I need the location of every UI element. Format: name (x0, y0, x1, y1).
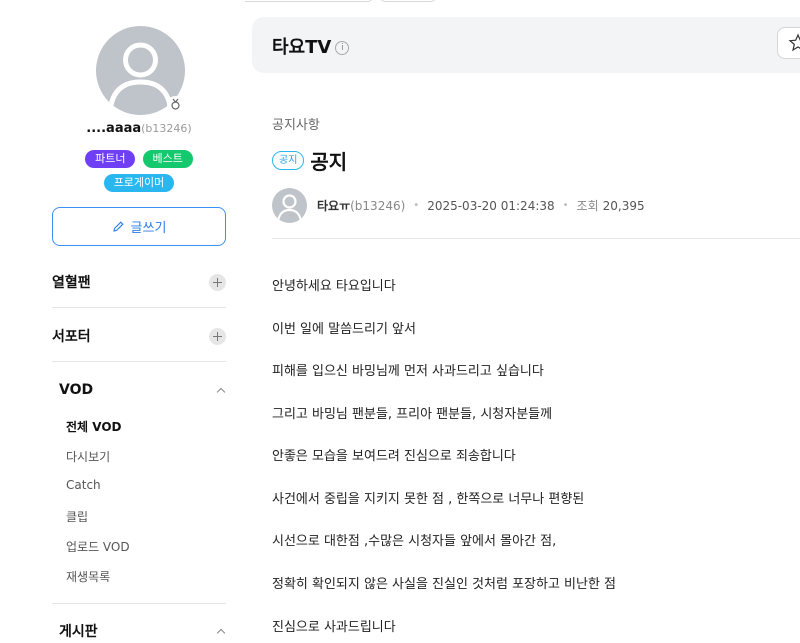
medal-badge-icon (167, 96, 184, 113)
channel-name: 타요TV (272, 37, 332, 58)
pro-gamer-badge: 프로게이머 (103, 174, 175, 192)
author-avatar[interactable] (272, 188, 307, 223)
notice-tag: 공지 (272, 151, 305, 170)
chevron-up-icon[interactable] (216, 626, 226, 636)
post-title: 공지 (310, 150, 348, 174)
board-name[interactable]: 공지사항 (272, 114, 320, 133)
sidebar-section-vod[interactable]: VOD (52, 382, 226, 398)
info-icon[interactable]: i (335, 41, 350, 55)
chevron-up-icon[interactable] (216, 385, 226, 395)
sidebar-item-all-vod[interactable]: 전체 VOD (66, 418, 122, 435)
divider (52, 603, 226, 604)
expand-plus-icon[interactable] (209, 273, 226, 291)
post-title-row: 공지 공지 (272, 146, 347, 175)
separator-dot: • (413, 200, 420, 211)
search-button-remnant[interactable] (380, 0, 436, 2)
username: ....aaaa (86, 121, 142, 136)
separator-dot: • (562, 200, 569, 211)
channel-title[interactable]: 타요TV i (272, 33, 350, 59)
author-name[interactable]: 타요ㅠ (317, 197, 350, 214)
favorite-button[interactable] (777, 27, 800, 59)
partner-badge: 파트너 (85, 150, 136, 168)
default-avatar-icon (276, 194, 303, 223)
post-datetime: 2025-03-20 01:24:38 (427, 198, 555, 213)
sidebar-item-replay[interactable]: 다시보기 (66, 448, 110, 465)
sidebar-item-clip[interactable]: 클립 (66, 508, 88, 525)
divider (272, 238, 800, 239)
post-paragraph: 피해를 입으신 바밍님께 먼저 사과드리고 싶습니다 (272, 364, 544, 379)
sidebar-section-fans[interactable]: 열혈팬 (52, 272, 226, 292)
divider (52, 307, 226, 308)
channel-header: 타요TV i (252, 17, 800, 73)
post-meta: 타요ㅠ (b13246) • 2025-03-20 01:24:38 • 조회 2… (272, 188, 645, 223)
post-paragraph: 그리고 바밍님 팬분들, 프리아 팬분들, 시청자분들께 (272, 407, 553, 422)
sidebar-item-upload-vod[interactable]: 업로드 VOD (66, 538, 130, 555)
views-label: 조회 (576, 199, 599, 213)
post-paragraph: 이번 일에 말씀드리기 앞서 (272, 322, 416, 337)
divider (52, 361, 226, 362)
fans-label: 열혈팬 (52, 275, 91, 291)
pencil-icon (112, 221, 124, 232)
badge-row-1: 파트너 베스트 (0, 147, 278, 168)
post-paragraph: 진심으로 사과드립니다 (272, 620, 396, 635)
post-paragraph: 사건에서 중립을 지키지 못한 점 , 한쪽으로 너무나 편향된 (272, 492, 585, 507)
vod-label: VOD (59, 382, 94, 398)
post-paragraph: 안좋은 모습을 보여드려 진심으로 죄송합니다 (272, 449, 516, 464)
supporters-label: 서포터 (52, 329, 91, 345)
post-paragraph: 시선으로 대한점 ,수많은 시청자들 앞에서 몰아간 점, (272, 534, 557, 549)
board-label: 게시판 (59, 624, 98, 640)
best-badge: 베스트 (142, 150, 193, 168)
author-id: (b13246) (350, 198, 406, 213)
write-post-label: 글쓰기 (130, 221, 167, 236)
username-row: ....aaaa(b13246) (0, 121, 278, 136)
sidebar-item-catch[interactable]: Catch (66, 478, 101, 492)
channel-sidebar: ....aaaa(b13246) 파트너 베스트 프로게이머 글쓰기 열혈팬 서… (0, 0, 245, 643)
sidebar-section-board[interactable]: 게시판 (52, 621, 226, 641)
user-id: (b13246) (141, 122, 192, 135)
write-post-button[interactable]: 글쓰기 (52, 207, 226, 246)
star-icon (788, 33, 800, 52)
view-count: 20,395 (602, 198, 645, 213)
expand-plus-icon[interactable] (209, 327, 226, 345)
sidebar-section-supporters[interactable]: 서포터 (52, 326, 226, 346)
sidebar-item-playlist[interactable]: 재생목록 (66, 568, 110, 585)
post-paragraph: 정확히 확인되지 않은 사실을 진실인 것처럼 포장하고 비난한 점 (272, 577, 617, 592)
post-paragraph: 안녕하세요 타요입니다 (272, 279, 396, 294)
badge-row-2: 프로게이머 (0, 171, 278, 192)
